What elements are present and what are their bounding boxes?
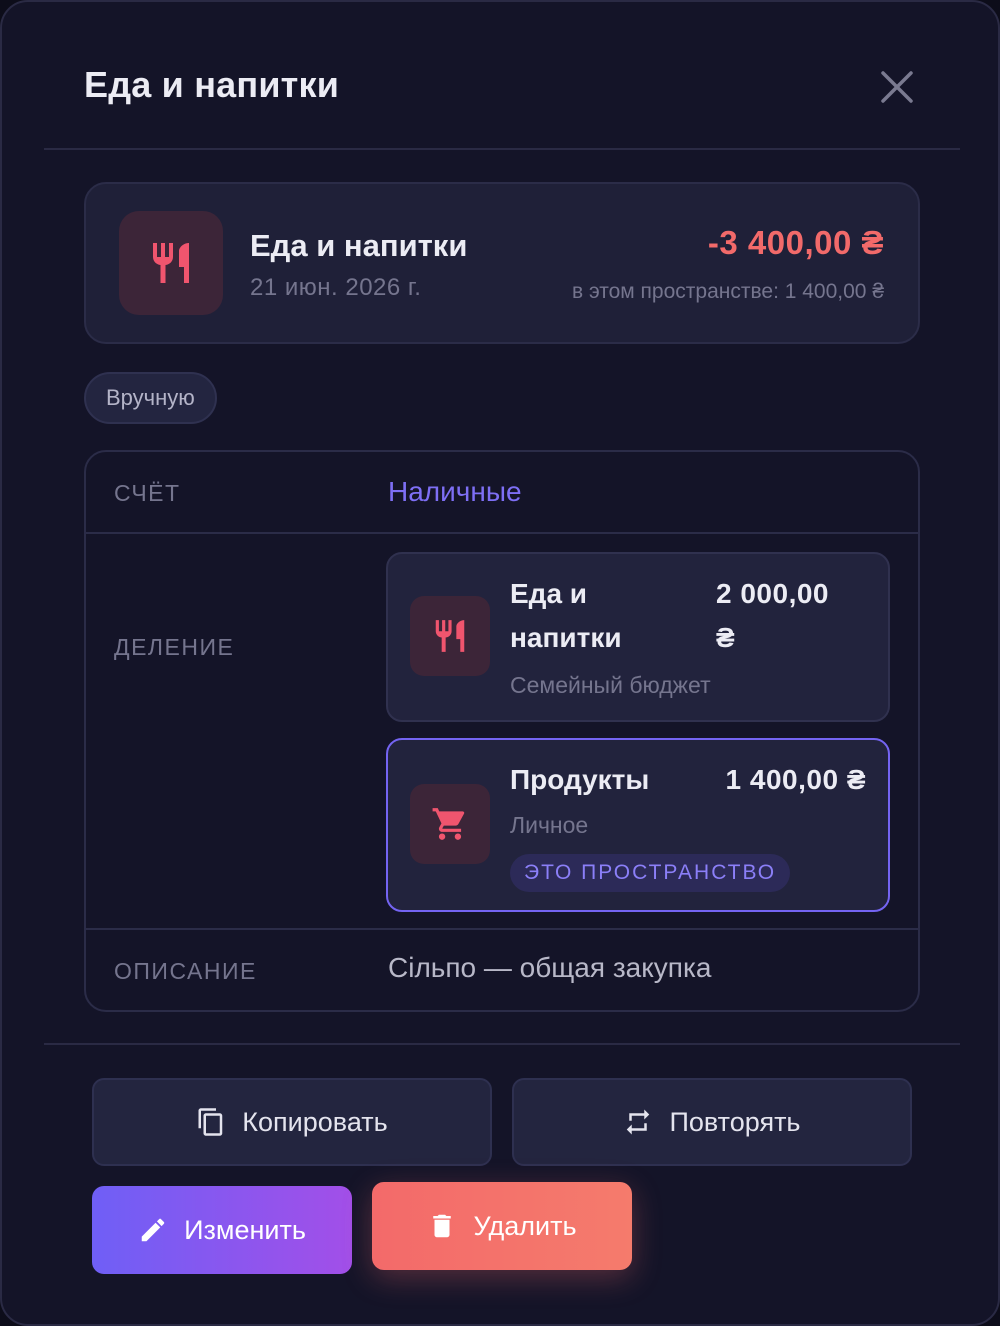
split-category-icon (410, 596, 490, 676)
delete-button-label: Удалить (473, 1210, 577, 1241)
repeat-button[interactable]: Повторять (512, 1078, 912, 1166)
pencil-icon (141, 1218, 165, 1242)
fork-knife-icon (435, 620, 465, 652)
transaction-details-modal: Еда и напитки Еда и напитки 21 июн. 2026… (0, 0, 1000, 1326)
modal-header: Еда и напитки (44, 2, 960, 150)
split-category-icon (410, 784, 490, 864)
summary-date: 21 июн. 2026 г. (250, 274, 422, 301)
summary-category-name: Еда и напитки (250, 228, 468, 263)
edit-button[interactable]: Изменить (92, 1186, 352, 1274)
split-card-family[interactable]: Еда и напитки 2 000,00 ₴ Семейный бюджет (386, 552, 890, 722)
edit-button-label: Изменить (184, 1214, 306, 1245)
split-space-name: Личное (510, 812, 589, 838)
description-value: Сільпо — общая закупка (388, 952, 712, 983)
copy-button-label: Копировать (242, 1106, 388, 1137)
row-divider (86, 532, 918, 534)
close-button[interactable] (874, 64, 920, 110)
footer-divider (44, 1043, 960, 1045)
split-amount: 1 400,00 ₴ (725, 764, 866, 795)
category-icon-tile (119, 211, 223, 315)
split-category-name-line1: Еда и (510, 578, 588, 609)
delete-button[interactable]: Удалить (372, 1182, 632, 1270)
split-space-name: Семейный бюджет (510, 672, 711, 698)
copy-button[interactable]: Копировать (92, 1078, 492, 1166)
row-divider (86, 928, 918, 930)
split-amount-line1: 2 000,00 (716, 578, 829, 609)
details-table: СЧЁТ Наличные ДЕЛЕНИЕ Еда и напитки 2 00… (84, 450, 920, 1012)
split-card-personal[interactable]: Продукты 1 400,00 ₴ Личное ЭТО ПРОСТРАНС… (386, 738, 890, 912)
account-label: СЧЁТ (114, 480, 181, 506)
description-label: ОПИСАНИЕ (114, 958, 257, 984)
modal-title: Еда и напитки (84, 64, 340, 105)
split-amount-currency: ₴ (716, 622, 736, 653)
shopping-cart-icon (432, 808, 465, 840)
repeat-icon (627, 1109, 650, 1135)
split-category-name: Продукты (510, 764, 650, 795)
fork-knife-icon (153, 243, 189, 283)
trash-icon (433, 1214, 452, 1238)
transaction-summary-card: Еда и напитки 21 июн. 2026 г. -3 400,00 … (84, 182, 920, 344)
repeat-button-label: Повторять (669, 1106, 801, 1137)
copy-icon (198, 1108, 223, 1136)
account-link[interactable]: Наличные (388, 476, 522, 508)
summary-space-amount: в этом пространстве: 1 400,00 ₴ (571, 280, 884, 303)
source-chip: Вручную (84, 372, 217, 424)
close-icon (881, 71, 913, 103)
summary-amount: -3 400,00 ₴ (707, 224, 884, 261)
split-label: ДЕЛЕНИЕ (114, 634, 235, 660)
this-space-badge: ЭТО ПРОСТРАНСТВО (510, 854, 791, 892)
split-category-name-line2: напитки (510, 622, 622, 653)
